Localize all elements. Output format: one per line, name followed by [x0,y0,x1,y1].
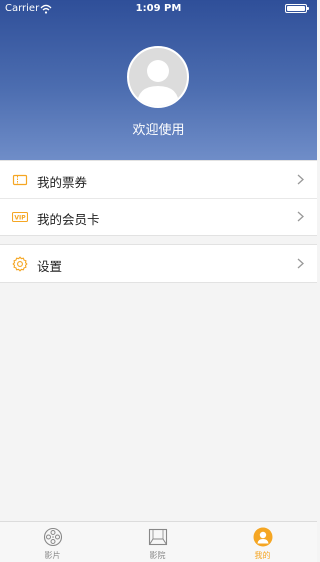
tab-bar: 影片 影院 我的 [0,521,317,562]
menu-item-label: 设置 [37,259,63,274]
menu-item-settings[interactable]: 设置 [0,245,317,282]
menu-item-tickets[interactable]: 我的票券 [0,161,317,198]
avatar[interactable] [127,46,189,108]
tab-mine[interactable]: 我的 [210,522,315,562]
chevron-right-icon [297,258,304,269]
film-reel-icon [43,527,63,547]
ticket-icon [12,174,28,186]
profile-header: Carrier 1:09 PM 欢迎使用 [0,0,317,160]
menu-item-label: 我的会员卡 [37,212,100,227]
menu-group-settings: 设置 [0,244,317,283]
menu-group-account: 我的票券 VIP 我的会员卡 [0,160,317,236]
vip-badge-text: VIP [14,215,26,222]
vip-card-icon: VIP [12,211,28,223]
status-time: 1:09 PM [135,3,182,14]
welcome-text: 欢迎使用 [132,123,185,138]
menu-item-label: 我的票券 [37,175,88,190]
tab-label: 影院 [149,551,166,560]
tab-cinemas[interactable]: 影院 [105,522,210,562]
cinema-screen-icon [148,528,168,546]
user-profile-icon [253,527,273,547]
battery-icon [285,4,309,13]
chevron-right-icon [297,174,304,185]
tab-label: 影片 [44,551,61,560]
chevron-right-icon [297,211,304,222]
default-avatar-icon [129,48,187,106]
tab-films[interactable]: 影片 [0,522,105,562]
tab-label: 我的 [254,551,271,560]
menu-item-vip-card[interactable]: VIP 我的会员卡 [0,198,317,235]
gear-icon [12,256,28,272]
status-bar: Carrier 1:09 PM [0,0,317,18]
